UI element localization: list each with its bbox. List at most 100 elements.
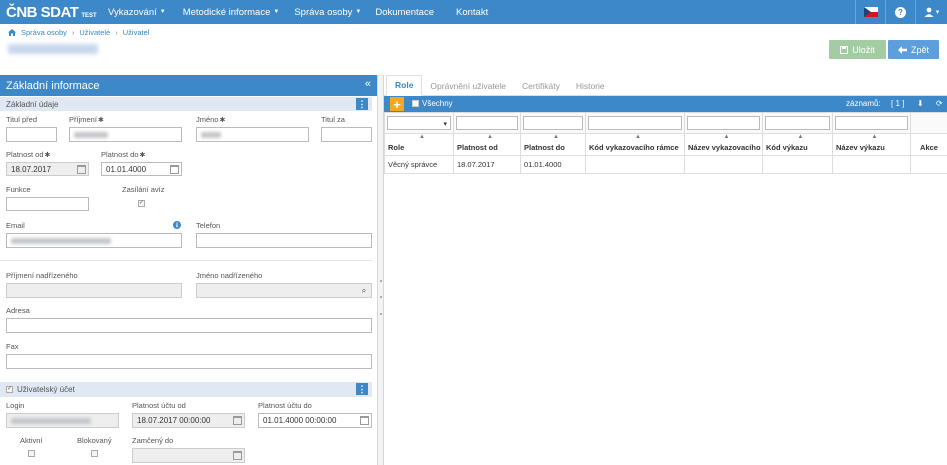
- tab-certifikaty[interactable]: Certifikáty: [514, 75, 568, 96]
- kod-vykazu-filter[interactable]: [765, 116, 830, 130]
- nazev-ramce-filter[interactable]: [687, 116, 760, 130]
- chevron-down-icon: ▾: [935, 9, 940, 16]
- platnost-do-filter[interactable]: [523, 116, 583, 130]
- table-row[interactable]: Věcný správce 18.07.2017 01.01.4000: [384, 155, 947, 174]
- tab-opravneni[interactable]: Oprávnění uživatele: [422, 75, 514, 96]
- column-header-platnost-od[interactable]: ▲ Platnost od: [453, 133, 521, 156]
- menu-item-vykazovani[interactable]: Vykazování ▼: [108, 0, 166, 24]
- user-menu-button[interactable]: ▾: [915, 0, 947, 24]
- menu-item-dokumentace[interactable]: Dokumentace: [375, 0, 434, 24]
- redacted-value: [74, 131, 108, 138]
- user-account-checkbox[interactable]: ✓: [6, 386, 13, 393]
- panel-splitter[interactable]: [377, 75, 384, 465]
- funkce-input[interactable]: [6, 197, 89, 211]
- platnost-od-filter[interactable]: [456, 116, 518, 130]
- platnost-uctu-od-input[interactable]: 18.07.2017 00:00:00: [132, 413, 245, 428]
- search-icon[interactable]: ⌕: [358, 285, 370, 297]
- section-user-account: ✓ Uživatelský účet ⋮: [0, 382, 372, 397]
- czech-flag-icon: [863, 7, 878, 17]
- label-platnost-do: Platnost do✱: [101, 150, 146, 159]
- label-blokovany: Blokovaný: [77, 436, 112, 445]
- home-icon[interactable]: [8, 29, 16, 36]
- filter-row: ▾: [384, 112, 947, 134]
- titul-pred-input[interactable]: [6, 127, 57, 142]
- aktivni-checkbox[interactable]: [28, 450, 35, 457]
- column-header-kod-ramce[interactable]: ▲ Kód vykazovacího rámce: [585, 133, 685, 156]
- column-header-role[interactable]: ▲ Role: [384, 133, 454, 156]
- jmeno-input[interactable]: [196, 127, 309, 142]
- calendar-icon[interactable]: [170, 165, 179, 174]
- brand-env: TEST: [81, 12, 97, 19]
- calendar-icon[interactable]: [360, 416, 369, 425]
- kebab-menu-icon[interactable]: ⋮: [356, 98, 368, 110]
- label-platnost-uctu-od: Platnost účtu od: [132, 401, 186, 410]
- role-filter-select[interactable]: ▾: [387, 116, 451, 130]
- grid-toolbar: + Všechny záznamů: [ 1 ] ⬇ ⟳: [384, 96, 947, 112]
- all-checkbox[interactable]: [412, 100, 419, 107]
- splitter-grip-dot: [380, 296, 382, 298]
- blokovany-checkbox[interactable]: [91, 450, 98, 457]
- user-icon: [924, 7, 934, 17]
- chevron-down-icon: ▼: [159, 9, 166, 15]
- fax-input[interactable]: [6, 354, 372, 369]
- breadcrumb-item[interactable]: Uživatel: [123, 28, 150, 37]
- language-button[interactable]: [855, 0, 885, 24]
- back-button[interactable]: Zpět: [888, 40, 939, 59]
- zasilani-aviz-checkbox[interactable]: ✓: [138, 200, 145, 207]
- required-icon: ✱: [219, 117, 226, 124]
- zamceny-do-input[interactable]: [132, 448, 245, 463]
- chevron-down-icon: ▾: [443, 121, 447, 128]
- redacted-value: [11, 237, 111, 244]
- platnost-do-input[interactable]: 01.01.4000: [101, 162, 182, 176]
- redacted-value: [11, 417, 91, 424]
- jmeno-nadrizeneho-input[interactable]: ⌕: [196, 283, 372, 298]
- column-header-akce: Akce: [910, 133, 947, 156]
- titul-za-input[interactable]: [321, 127, 372, 142]
- email-input[interactable]: [6, 233, 182, 248]
- top-navbar: ČNB SDAT TEST Vykazování ▼ Metodické info…: [0, 0, 947, 24]
- collapse-icon[interactable]: «: [365, 78, 371, 90]
- refresh-icon[interactable]: ⟳: [936, 99, 943, 108]
- calendar-icon[interactable]: [233, 451, 242, 460]
- info-icon[interactable]: [173, 221, 181, 229]
- add-button[interactable]: +: [390, 97, 404, 112]
- breadcrumb: Správa osoby › Uživatelé › Uživatel: [8, 28, 149, 37]
- platnost-od-input[interactable]: 18.07.2017: [6, 162, 89, 176]
- main-menu: Vykazování ▼ Metodické informace ▼ Správa …: [102, 0, 488, 24]
- menu-item-metodicke[interactable]: Metodické informace ▼: [183, 0, 280, 24]
- download-icon[interactable]: ⬇: [917, 99, 924, 108]
- telefon-input[interactable]: [196, 233, 372, 248]
- column-header-kod-vykazu[interactable]: ▲ Kód výkazu: [762, 133, 833, 156]
- kod-ramce-filter[interactable]: [588, 116, 682, 130]
- tab-role[interactable]: Role: [386, 75, 423, 96]
- sort-icon: ▲: [797, 134, 804, 141]
- label-titul-pred: Titul před: [6, 115, 37, 124]
- breadcrumb-item[interactable]: Uživatelé: [79, 28, 110, 37]
- prijmeni-input[interactable]: [69, 127, 182, 142]
- menu-item-sprava-osoby[interactable]: Správa osoby ▼: [294, 0, 361, 24]
- label-telefon: Telefon: [196, 221, 221, 230]
- label-aktivni: Aktivní: [20, 436, 43, 445]
- brand-logo[interactable]: ČNB SDAT TEST: [6, 4, 102, 21]
- navbar-right: ? ▾: [855, 0, 947, 24]
- menu-item-kontakt[interactable]: Kontakt: [456, 0, 488, 24]
- left-panel: Základní informace « Základní údaje ⋮ Ti…: [0, 75, 377, 465]
- kebab-menu-icon[interactable]: ⋮: [356, 383, 368, 395]
- platnost-uctu-do-input[interactable]: 01.01.4000 00:00:00: [258, 413, 372, 428]
- label-titul-za: Titul za: [321, 115, 345, 124]
- save-button[interactable]: Uložit: [829, 40, 886, 59]
- cell-akce: [910, 155, 947, 174]
- column-header-nazev-vykazu[interactable]: ▲ Název výkazu: [832, 133, 911, 156]
- calendar-icon[interactable]: [233, 416, 242, 425]
- help-button[interactable]: ?: [885, 0, 915, 24]
- adresa-input[interactable]: [6, 318, 372, 333]
- tab-historie[interactable]: Historie: [568, 75, 613, 96]
- arrow-left-icon: [897, 45, 907, 54]
- save-icon: [840, 45, 849, 54]
- column-header-nazev-ramce[interactable]: ▲ Název vykazovacího: [684, 133, 763, 156]
- calendar-icon[interactable]: [77, 165, 86, 174]
- nazev-vykazu-filter[interactable]: [835, 116, 908, 130]
- column-header-platnost-do[interactable]: ▲ Platnost do: [520, 133, 586, 156]
- label-adresa: Adresa: [6, 306, 30, 315]
- breadcrumb-item[interactable]: Správa osoby: [21, 28, 67, 37]
